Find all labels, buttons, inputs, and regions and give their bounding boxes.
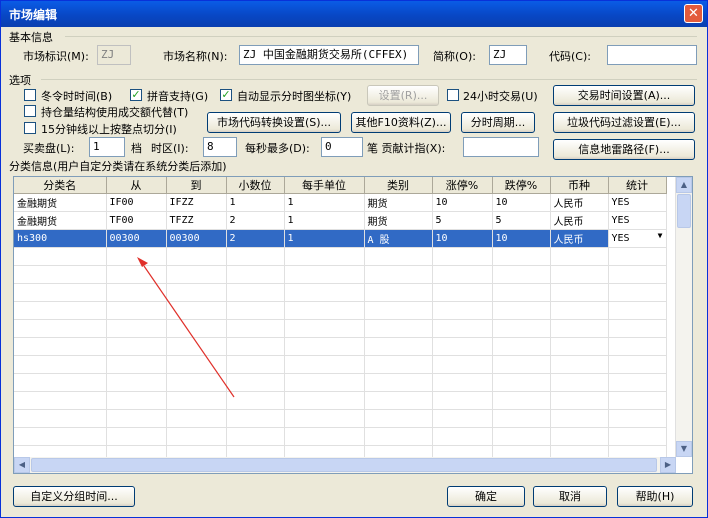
help-button[interactable]: 帮助(H) [617,486,693,507]
cancel-button[interactable]: 取消 [533,486,607,507]
ok-button[interactable]: 确定 [447,486,525,507]
market-edit-dialog: 市场编辑 ✕ 基本信息 市场标识(M): ZJ 市场名称(N): ZJ 中国金融… [0,0,708,518]
custom-group-time-button[interactable]: 自定义分组时间... [13,486,135,507]
annotation-arrow-icon [137,257,235,398]
